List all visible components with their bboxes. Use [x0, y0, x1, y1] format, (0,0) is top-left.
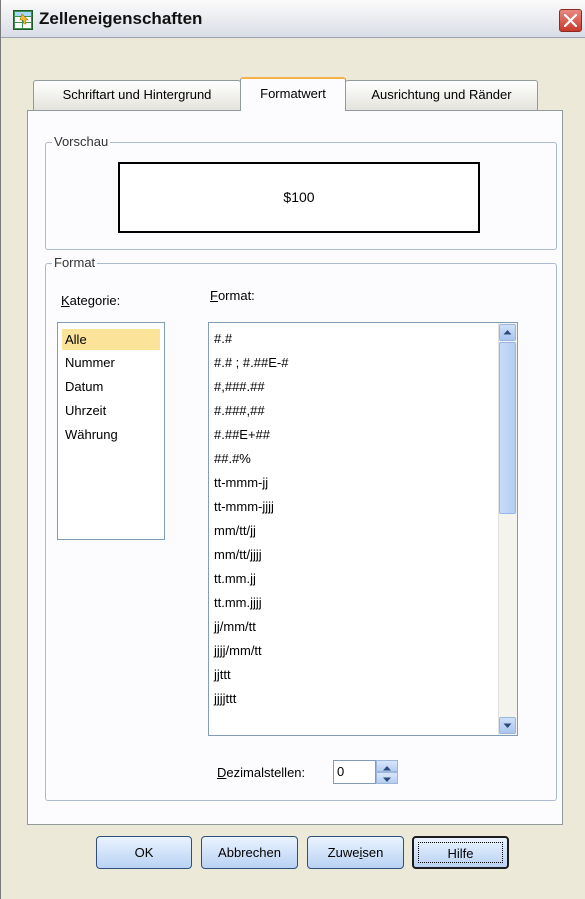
list-item[interactable]: Alle — [62, 329, 160, 350]
tab-schriftart-und-hintergrund[interactable]: Schriftart und Hintergrund — [33, 80, 241, 110]
list-item[interactable]: mm/tt/jj — [214, 520, 256, 541]
ok-button-label: OK — [134, 845, 154, 860]
list-item[interactable]: tt-mmm-jjjj — [214, 496, 274, 517]
preview-legend: Vorschau — [52, 134, 111, 149]
format-list-scrollbar[interactable] — [498, 323, 517, 735]
dialog-title: Zelleneigenschaften — [39, 9, 203, 28]
list-item[interactable]: Uhrzeit — [62, 400, 160, 421]
close-button[interactable] — [559, 9, 582, 32]
decimal-increment-button[interactable] — [376, 760, 398, 772]
tab-label: Formatwert — [260, 86, 326, 101]
table-properties-icon — [13, 10, 33, 30]
list-item[interactable]: jjjj/mm/tt — [214, 640, 262, 661]
help-button[interactable]: Hilfe — [412, 836, 509, 869]
list-item[interactable]: Nummer — [62, 352, 160, 373]
list-item[interactable]: tt.mm.jj — [214, 568, 256, 589]
format-legend: Format — [52, 255, 98, 270]
dialog-window: Zelleneigenschaften Schriftart und Hinte… — [0, 0, 585, 899]
format-label: Format: — [210, 288, 255, 303]
list-item[interactable]: #.# — [214, 328, 232, 349]
tab-formatwert[interactable]: Formatwert — [240, 77, 346, 111]
list-item[interactable]: #.##E+## — [214, 424, 270, 445]
category-label: Kategorie: — [61, 293, 121, 308]
list-item[interactable]: Währung — [62, 424, 160, 445]
title-bar[interactable]: Zelleneigenschaften — [1, 0, 585, 38]
ok-button[interactable]: OK — [96, 836, 192, 869]
list-item[interactable]: #.###,## — [214, 400, 265, 421]
list-item[interactable]: Datum — [62, 376, 160, 397]
arrow-up-icon — [503, 330, 512, 335]
format-list[interactable]: #.# #.# ; #.##E-# #,###.## #.###,## #.##… — [208, 322, 518, 736]
list-item[interactable]: jjjjttt — [214, 688, 236, 709]
list-item[interactable]: mm/tt/jjjj — [214, 544, 262, 565]
cancel-button-label: Abbrechen — [218, 845, 281, 860]
arrow-down-icon — [503, 723, 512, 728]
list-item[interactable]: jjttt — [214, 664, 231, 685]
list-item[interactable]: #.# ; #.##E-# — [214, 352, 288, 373]
list-item[interactable]: ##.#% — [214, 448, 251, 469]
decimal-places-input[interactable]: 0 — [333, 760, 376, 784]
scroll-down-button[interactable] — [499, 717, 516, 734]
close-icon — [564, 14, 577, 27]
tab-label: Ausrichtung und Ränder — [371, 87, 512, 102]
list-item[interactable]: tt.mm.jjjj — [214, 592, 262, 613]
list-item[interactable]: jj/mm/tt — [214, 616, 256, 637]
tab-ausrichtung-und-raender[interactable]: Ausrichtung und Ränder — [345, 80, 538, 110]
category-list[interactable]: Alle Nummer Datum Uhrzeit Währung — [57, 322, 165, 540]
arrow-down-icon — [383, 777, 391, 782]
decimal-places-label: Dezimalstellen: — [217, 765, 306, 780]
tab-label: Schriftart und Hintergrund — [62, 87, 212, 102]
scroll-up-button[interactable] — [499, 324, 516, 341]
scroll-thumb[interactable] — [499, 342, 516, 514]
apply-button-label: Zuweisen — [327, 845, 384, 860]
decimal-places-value: 0 — [337, 764, 345, 779]
list-item[interactable]: #,###.## — [214, 376, 265, 397]
preview-box: $100 — [118, 162, 480, 233]
apply-button[interactable]: Zuweisen — [307, 836, 404, 869]
cancel-button[interactable]: Abbrechen — [201, 836, 298, 869]
list-item[interactable]: tt-mmm-jj — [214, 472, 268, 493]
decimal-decrement-button[interactable] — [376, 772, 398, 784]
preview-value: $100 — [283, 189, 315, 205]
focus-indicator — [418, 842, 503, 863]
